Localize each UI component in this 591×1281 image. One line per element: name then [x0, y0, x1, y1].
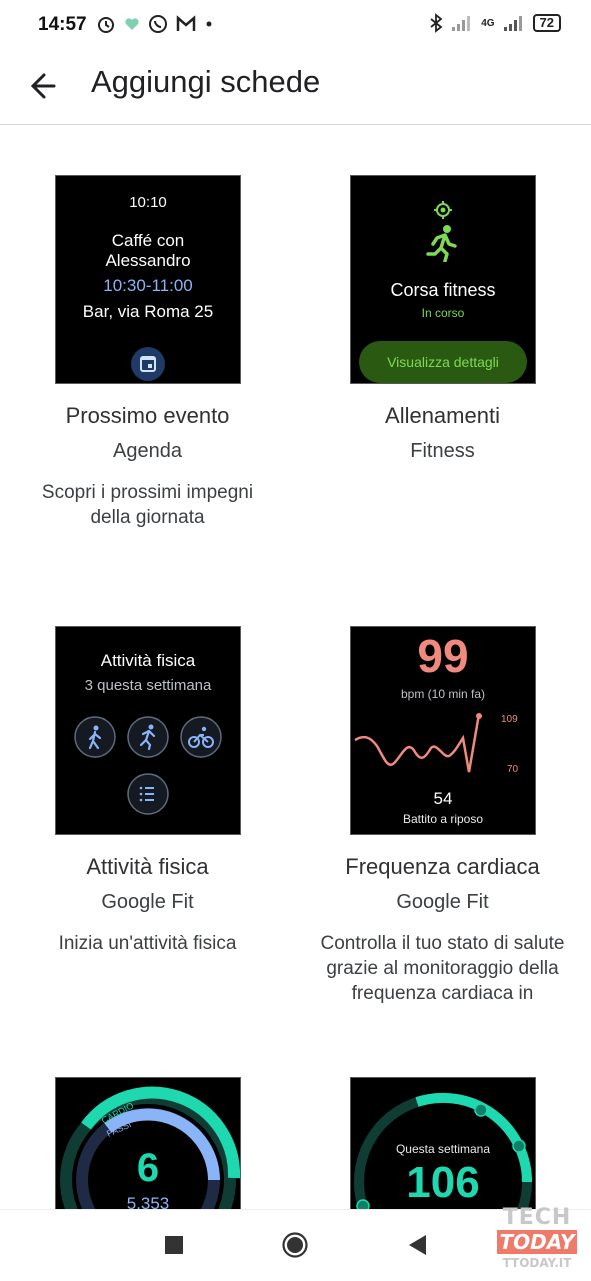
preview-max: 109	[501, 714, 518, 725]
watermark-line3: TTODAY.IT	[502, 1256, 572, 1270]
preview-steps: 5.353	[126, 1194, 170, 1209]
signal-icon-2	[503, 16, 522, 31]
back-nav-icon[interactable]	[406, 1233, 428, 1257]
tile-title: Allenamenti	[385, 403, 500, 428]
preview-heading: Attività fisica	[100, 651, 196, 670]
tile-title: Attività fisica	[86, 854, 209, 879]
preview-time-range: 10:30-11:00	[103, 276, 193, 295]
recents-icon[interactable]	[163, 1234, 185, 1256]
preview-event-line1: Caffé con	[111, 231, 185, 250]
back-arrow-icon[interactable]	[26, 66, 66, 106]
preview-value: 106	[406, 1158, 480, 1207]
tile-source: Google Fit	[101, 891, 194, 913]
preview-time: 10:10	[129, 194, 167, 211]
heart-status-icon	[125, 18, 139, 30]
bike-icon	[180, 716, 222, 758]
tile-preview: Attività fisica 3 questa settimana	[55, 626, 241, 835]
tile-preview: 99 bpm (10 min fa) 109 70 54 Battito a r…	[350, 626, 536, 835]
whatsapp-icon	[149, 15, 167, 33]
status-bar: 14:57 4G 72	[0, 0, 591, 52]
preview-bpm: 99	[417, 630, 469, 682]
clock: 14:57	[38, 14, 87, 35]
tile-preview: CARDIO PASSI 6 5.353	[55, 1077, 241, 1209]
preview-status: In corso	[421, 306, 465, 320]
running-icon	[426, 225, 457, 262]
tile-source: Agenda	[113, 440, 182, 462]
home-icon[interactable]	[281, 1231, 309, 1259]
page-title: Aggiungi schede	[91, 64, 321, 99]
walk-icon	[74, 716, 116, 758]
signal-icon	[452, 16, 471, 31]
preview-event-line2: Alessandro	[105, 251, 191, 270]
activity-buttons	[74, 716, 222, 815]
preview-place: Bar, via Roma 25	[82, 302, 214, 321]
tile-preview: Questa settimana 106	[350, 1077, 536, 1209]
tile-card-workouts[interactable]: Corsa fitness In corso Visualizza dettag…	[295, 175, 590, 555]
calendar-icon	[131, 347, 165, 381]
tile-source: Fitness	[410, 440, 475, 462]
app-bar: Aggiungi schede	[0, 52, 591, 125]
preview-rest-label: Battito a riposo	[402, 812, 484, 826]
location-target-icon	[434, 201, 452, 219]
watermark-line2: TODAY	[497, 1230, 577, 1254]
battery-icon: 72	[532, 14, 561, 32]
bluetooth-icon	[430, 13, 443, 33]
preview-activity: Corsa fitness	[390, 280, 496, 300]
tile-card-next-event[interactable]: 10:10 Caffé con Alessandro 10:30-11:00 B…	[0, 175, 295, 555]
watermark-logo: TECH TODAY TTODAY.IT	[497, 1206, 577, 1272]
tile-description: Inizia un'attività fisica	[58, 933, 237, 954]
tile-description: Controlla il tuo stato di salute grazie …	[320, 933, 565, 1004]
view-details-button: Visualizza dettagli	[359, 341, 527, 383]
tile-preview: Corsa fitness In corso Visualizza dettag…	[350, 175, 536, 384]
more-notifications-icon	[206, 21, 212, 27]
tile-card-heart-rate[interactable]: 99 bpm (10 min fa) 109 70 54 Battito a r…	[295, 626, 590, 1046]
tile-description: Scopri i prossimi impegni della giornata	[41, 482, 254, 528]
run-icon	[127, 716, 169, 758]
tile-card-weekly[interactable]: Questa settimana 106	[295, 1077, 590, 1209]
tile-title: Prossimo evento	[65, 403, 230, 428]
alarm-icon	[98, 17, 114, 33]
gmail-icon	[176, 15, 196, 31]
preview-bpm-label: bpm (10 min fa)	[400, 687, 486, 701]
tile-card-goals[interactable]: CARDIO PASSI 6 5.353	[0, 1077, 295, 1209]
list-icon	[127, 773, 169, 815]
preview-rest: 54	[433, 789, 453, 808]
preview-label: Questa settimana	[395, 1142, 491, 1156]
network-type: 4G	[481, 17, 495, 29]
tile-card-activity[interactable]: Attività fisica 3 questa settimana Attiv…	[0, 626, 295, 1046]
preview-value: 6	[136, 1146, 160, 1190]
tile-preview: 10:10 Caffé con Alessandro 10:30-11:00 B…	[55, 175, 241, 384]
tile-source: Google Fit	[396, 891, 489, 913]
preview-min: 70	[507, 764, 519, 775]
preview-subtitle: 3 questa settimana	[84, 677, 212, 694]
tile-title: Frequenza cardiaca	[345, 854, 540, 879]
watermark-line1: TECH	[502, 1205, 572, 1230]
